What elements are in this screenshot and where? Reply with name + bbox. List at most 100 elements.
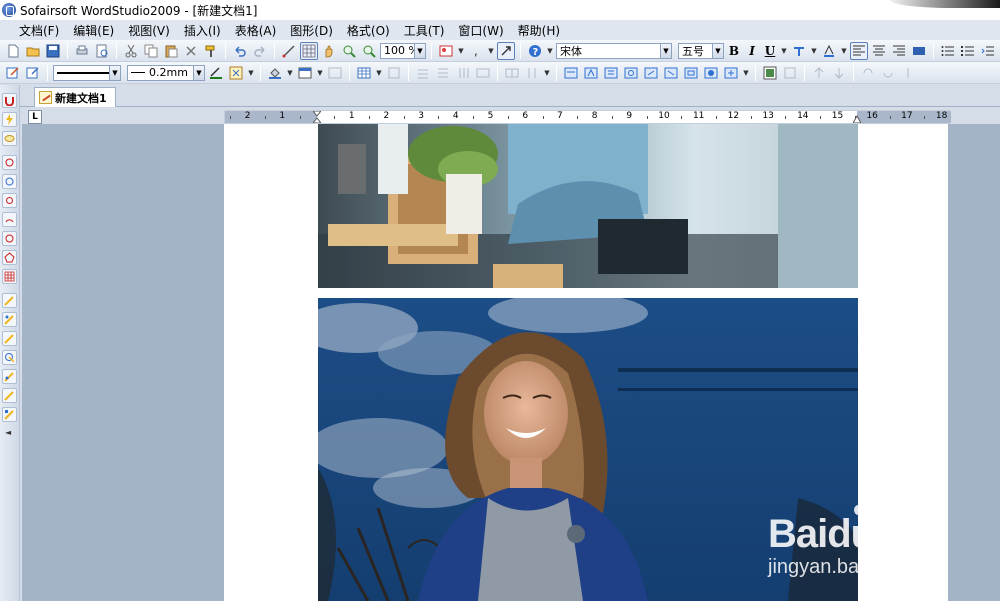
line-width-select[interactable]: 0.2mm ▼ (127, 64, 205, 81)
shape-2-icon[interactable] (582, 64, 600, 82)
menu-document[interactable]: 文档(F) (12, 22, 66, 39)
tool-grid-icon[interactable] (2, 269, 17, 284)
panel-collapse-icon[interactable]: ◄ (5, 428, 11, 437)
picture-frame-icon[interactable] (761, 64, 779, 82)
indent-icon[interactable] (979, 42, 997, 60)
shape-7-icon[interactable] (682, 64, 700, 82)
grid-toggle-button[interactable] (300, 41, 318, 60)
left-indent-marker[interactable] (313, 111, 321, 123)
edit-note-icon[interactable] (4, 64, 22, 82)
chevron-down-icon[interactable]: ▼ (286, 64, 294, 82)
draw-tool-icon[interactable] (280, 42, 298, 60)
shape-3-icon[interactable] (602, 64, 620, 82)
wand-3-icon[interactable] (2, 331, 17, 346)
menu-table[interactable]: 表格(A) (228, 22, 284, 39)
menu-window[interactable]: 窗口(W) (451, 22, 510, 39)
shape-5-icon[interactable] (642, 64, 660, 82)
chevron-down-icon[interactable]: ▼ (742, 64, 750, 82)
chevron-down-icon[interactable]: ▼ (840, 42, 848, 60)
chevron-down-icon[interactable]: ▼ (810, 42, 818, 60)
paste-icon[interactable] (162, 42, 180, 60)
bold-button[interactable]: B (726, 42, 742, 60)
fill-style-icon[interactable] (227, 64, 245, 82)
shape-8-icon[interactable] (702, 64, 720, 82)
chevron-down-icon[interactable]: ▼ (543, 64, 551, 82)
align-right-icon[interactable] (890, 42, 908, 60)
new-document-button[interactable] (4, 42, 22, 60)
wand-5-icon[interactable] (2, 369, 17, 384)
menu-graphics[interactable]: 图形(D) (283, 22, 340, 39)
tool-circle-icon[interactable] (2, 174, 17, 189)
shape-9-icon[interactable] (722, 64, 740, 82)
underline-button[interactable]: U (762, 42, 778, 60)
comma-icon[interactable]: , (467, 42, 485, 60)
chevron-down-icon[interactable]: ▼ (316, 64, 324, 82)
wand-7-icon[interactable] (2, 407, 17, 422)
app-logo-icon[interactable] (2, 3, 16, 17)
font-size-select[interactable]: 五号 ▼ (678, 42, 724, 59)
align-left-icon[interactable] (850, 41, 868, 60)
hand-tool-icon[interactable] (320, 42, 338, 60)
numbered-list-icon[interactable] (959, 42, 977, 60)
justify-icon[interactable] (910, 42, 928, 60)
zoom-out-icon[interactable] (360, 42, 378, 60)
link-icon[interactable] (2, 131, 17, 146)
tool-node-icon[interactable] (2, 193, 17, 208)
tool-polygon-icon[interactable] (2, 250, 17, 265)
tab-stop-selector[interactable]: L (28, 110, 42, 124)
redo-icon[interactable] (251, 42, 269, 60)
print-preview-button[interactable] (93, 42, 111, 60)
text-box-icon[interactable] (296, 64, 314, 82)
menu-insert[interactable]: 插入(I) (177, 22, 228, 39)
open-button[interactable] (24, 42, 42, 60)
menu-format[interactable]: 格式(O) (340, 22, 397, 39)
font-color-icon[interactable] (820, 42, 838, 60)
shape-1-icon[interactable] (562, 64, 580, 82)
shape-4-icon[interactable] (622, 64, 640, 82)
line-color-icon[interactable] (207, 64, 225, 82)
fill-color-icon[interactable] (266, 64, 284, 82)
font-name-select[interactable]: 宋体 ▼ (556, 42, 672, 59)
menu-help[interactable]: 帮助(H) (511, 22, 567, 39)
bullet-list-icon[interactable] (939, 42, 957, 60)
wand-4-icon[interactable] (2, 350, 17, 365)
chevron-down-icon[interactable]: ▼ (247, 64, 255, 82)
print-button[interactable] (73, 42, 91, 60)
save-button[interactable] (44, 42, 62, 60)
zoom-in-icon[interactable] (340, 42, 358, 60)
delete-icon[interactable] (182, 42, 200, 60)
chevron-down-icon[interactable]: ▼ (109, 65, 120, 80)
lightning-icon[interactable] (2, 112, 17, 127)
wand-6-icon[interactable] (2, 388, 17, 403)
copy-icon[interactable] (142, 42, 160, 60)
format-painter-icon[interactable] (202, 42, 220, 60)
menu-tools[interactable]: 工具(T) (397, 22, 452, 39)
wand-2-icon[interactable] (2, 312, 17, 327)
chevron-down-icon[interactable]: ▼ (780, 42, 788, 60)
italic-button[interactable]: I (744, 42, 760, 60)
cut-icon[interactable] (122, 42, 140, 60)
tool-pen-icon[interactable] (2, 155, 17, 170)
chevron-down-icon[interactable]: ▼ (712, 43, 723, 58)
help-icon[interactable]: ? (526, 42, 544, 60)
wand-1-icon[interactable] (2, 293, 17, 308)
shape-6-icon[interactable] (662, 64, 680, 82)
align-center-icon[interactable] (870, 42, 888, 60)
magnet-icon[interactable] (2, 93, 17, 108)
menu-view[interactable]: 视图(V) (121, 22, 177, 39)
chevron-down-icon[interactable]: ▼ (457, 42, 465, 60)
image-office-desk[interactable] (318, 124, 858, 288)
insert-picture-icon[interactable] (437, 42, 455, 60)
undo-icon[interactable] (231, 42, 249, 60)
text-effect-icon[interactable] (790, 42, 808, 60)
horizontal-ruler[interactable]: 2 1 1 2 3 4 5 6 7 8 9 10 11 12 13 14 15 16 17 18 (224, 110, 951, 124)
zoom-select[interactable]: 100 % ▼ (380, 42, 426, 59)
chevron-down-icon[interactable]: ▼ (375, 64, 383, 82)
tool-arc-icon[interactable] (2, 212, 17, 227)
special-symbol-icon[interactable] (497, 41, 515, 60)
chevron-down-icon[interactable]: ▼ (193, 65, 204, 80)
chevron-down-icon[interactable]: ▼ (414, 43, 425, 58)
chevron-down-icon[interactable]: ▼ (546, 42, 554, 60)
tab-document[interactable]: 新建文档1 (34, 87, 116, 107)
tool-ellipse-icon[interactable] (2, 231, 17, 246)
